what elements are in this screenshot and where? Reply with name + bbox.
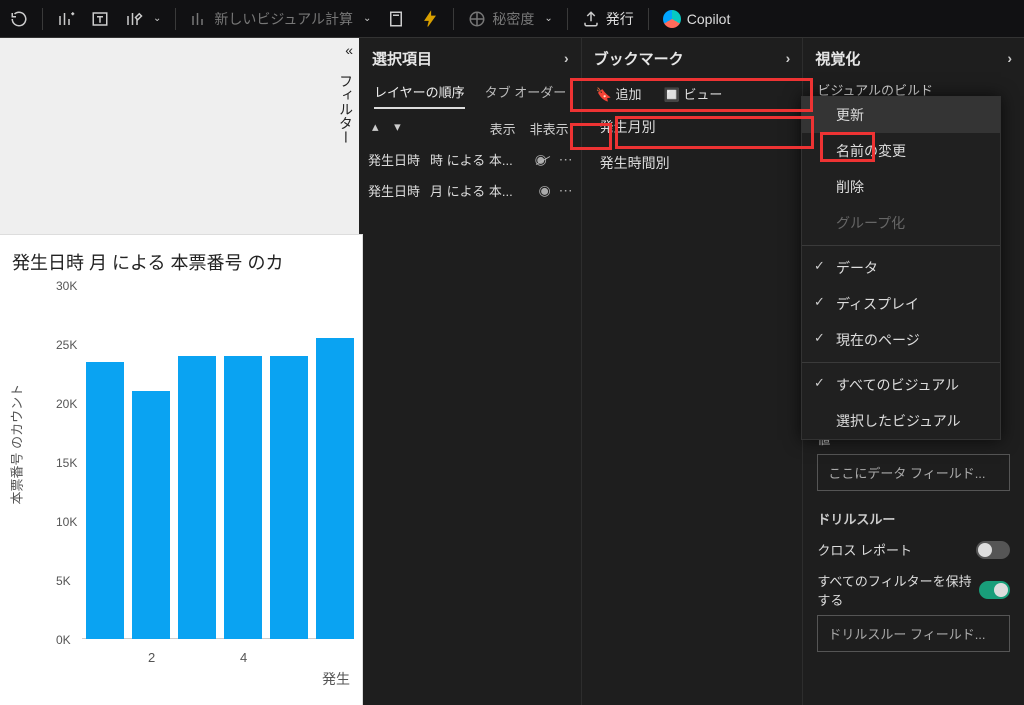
keep-all-filters-label: すべてのフィルターを保持する xyxy=(817,571,979,609)
visualizations-panel-title: 視覚化 xyxy=(815,48,860,69)
chart-new-icon[interactable] xyxy=(51,4,81,34)
calculator-icon[interactable] xyxy=(381,4,411,34)
report-canvas: « フィルター 発生日時 月 による 本票番号 のカ 本票番号 のカウント 発生… xyxy=(0,38,360,705)
ctx-data[interactable]: ✓データ xyxy=(802,250,1000,286)
drillthrough-field-well[interactable]: ドリルスルー フィールド... xyxy=(817,615,1010,652)
cross-report-label: クロス レポート xyxy=(817,540,912,559)
bookmark-item[interactable]: 発生時間別 xyxy=(590,145,795,181)
ctx-rename[interactable]: 名前の変更 xyxy=(802,133,1000,169)
values-field-well[interactable]: ここにデータ フィールド... xyxy=(817,454,1010,491)
chevron-down-icon: ⌄ xyxy=(363,13,371,24)
move-arrows[interactable]: ▴ ▾ xyxy=(372,119,407,138)
text-box-icon[interactable] xyxy=(85,4,115,34)
tab-tab-order[interactable]: タブ オーダー xyxy=(485,82,567,109)
copilot-button[interactable]: Copilot xyxy=(657,4,737,34)
y-axis-label: 本票番号 のカウント xyxy=(7,384,26,505)
x-tick-label: 4 xyxy=(240,650,247,665)
chart-title: 発生日時 月 による 本票番号 のカ xyxy=(0,235,362,275)
drillthrough-section-label: ドリルスルー xyxy=(811,499,1016,534)
bookmark-add-button[interactable]: 🔖 追加 xyxy=(596,84,642,103)
copilot-icon xyxy=(663,10,681,28)
chart-edit-icon[interactable]: ⌄ xyxy=(119,4,167,34)
visible-icon[interactable]: ◉ xyxy=(538,182,550,199)
refresh-icon[interactable] xyxy=(4,4,34,34)
show-all-button[interactable]: 表示 xyxy=(490,119,516,138)
selection-panel: 選択項目 › レイヤーの順序 タブ オーダー ▴ ▾ 表示 非表示 xyxy=(360,38,582,705)
bookmarks-panel: ブックマーク › 🔖 追加 🔲 ビュー 発生月別 発生時間別 xyxy=(582,38,804,705)
tab-layer-order[interactable]: レイヤーの順序 xyxy=(374,82,465,109)
quick-measure-icon[interactable] xyxy=(415,4,445,34)
sensitivity-button[interactable]: 秘密度 ⌄ xyxy=(462,4,558,34)
selection-panel-title: 選択項目 xyxy=(372,48,432,69)
ctx-delete[interactable]: 削除 xyxy=(802,169,1000,205)
bookmarks-panel-title: ブックマーク xyxy=(594,48,684,69)
hidden-icon[interactable]: ◉ xyxy=(535,151,551,168)
more-icon[interactable]: ⋯ xyxy=(559,182,573,199)
chart-bar[interactable] xyxy=(316,338,354,639)
cross-report-toggle[interactable] xyxy=(976,541,1010,559)
chart-bar[interactable] xyxy=(224,356,262,639)
hide-all-button[interactable]: 非表示 xyxy=(530,119,569,138)
ctx-current-page[interactable]: ✓現在のページ xyxy=(802,322,1000,358)
selection-item[interactable]: 発生日時 時 による 本... ◉ ⋯ xyxy=(368,144,573,175)
chart-bar[interactable] xyxy=(86,362,124,639)
y-tick-label: 15K xyxy=(56,456,77,470)
sensitivity-label: 秘密度 xyxy=(492,9,534,29)
x-tick-label: 2 xyxy=(148,650,155,665)
publish-label: 発行 xyxy=(606,9,634,29)
bookmark-item[interactable]: 発生月別 xyxy=(590,109,795,145)
ctx-all-visuals[interactable]: ✓すべてのビジュアル xyxy=(802,367,1000,403)
canvas-visual[interactable]: 発生日時 月 による 本票番号 のカ 本票番号 のカウント 発生 0K 5K 10K… xyxy=(0,235,362,705)
new-visual-calculation-button[interactable]: 新しいビジュアル計算 ⌄ xyxy=(184,4,377,34)
chart-bar[interactable] xyxy=(132,391,170,639)
new-visual-calc-label: 新しいビジュアル計算 xyxy=(214,9,353,29)
y-tick-label: 10K xyxy=(56,515,77,529)
ctx-group: グループ化 xyxy=(802,205,1000,241)
panel-collapse-icon[interactable]: « xyxy=(345,42,353,58)
ctx-selected-visuals[interactable]: 選択したビジュアル xyxy=(802,403,1000,439)
publish-button[interactable]: 発行 xyxy=(576,4,640,34)
chart-bar[interactable] xyxy=(270,356,308,639)
chevron-down-icon: ⌄ xyxy=(544,13,552,24)
y-tick-label: 25K xyxy=(56,338,77,352)
chevron-right-icon[interactable]: › xyxy=(786,50,791,66)
chevron-right-icon[interactable]: › xyxy=(564,50,569,66)
y-tick-label: 0K xyxy=(56,633,71,647)
filters-tab[interactable]: フィルター xyxy=(333,68,359,150)
chevron-down-icon: ⌄ xyxy=(153,13,161,24)
selection-item[interactable]: 発生日時 月 による 本... ◉ ⋯ xyxy=(368,175,573,206)
copilot-label: Copilot xyxy=(687,11,731,27)
bookmark-context-menu: 更新 名前の変更 削除 グループ化 ✓データ ✓ディスプレイ ✓現在のページ ✓… xyxy=(801,96,1001,440)
keep-all-filters-toggle[interactable] xyxy=(979,581,1010,599)
y-tick-label: 20K xyxy=(56,397,77,411)
x-axis-label: 発生 xyxy=(322,669,350,689)
more-icon[interactable]: ⋯ xyxy=(559,151,573,168)
top-toolbar: ⌄ 新しいビジュアル計算 ⌄ 秘密度 ⌄ 発行 Copilot xyxy=(0,0,1024,38)
y-tick-label: 30K xyxy=(56,279,77,293)
ctx-display[interactable]: ✓ディスプレイ xyxy=(802,286,1000,322)
y-tick-label: 5K xyxy=(56,574,71,588)
chevron-right-icon[interactable]: › xyxy=(1007,50,1012,66)
bookmark-view-button[interactable]: 🔲 ビュー xyxy=(664,84,723,103)
chart-bar[interactable] xyxy=(178,356,216,639)
ctx-update[interactable]: 更新 xyxy=(802,97,1000,133)
